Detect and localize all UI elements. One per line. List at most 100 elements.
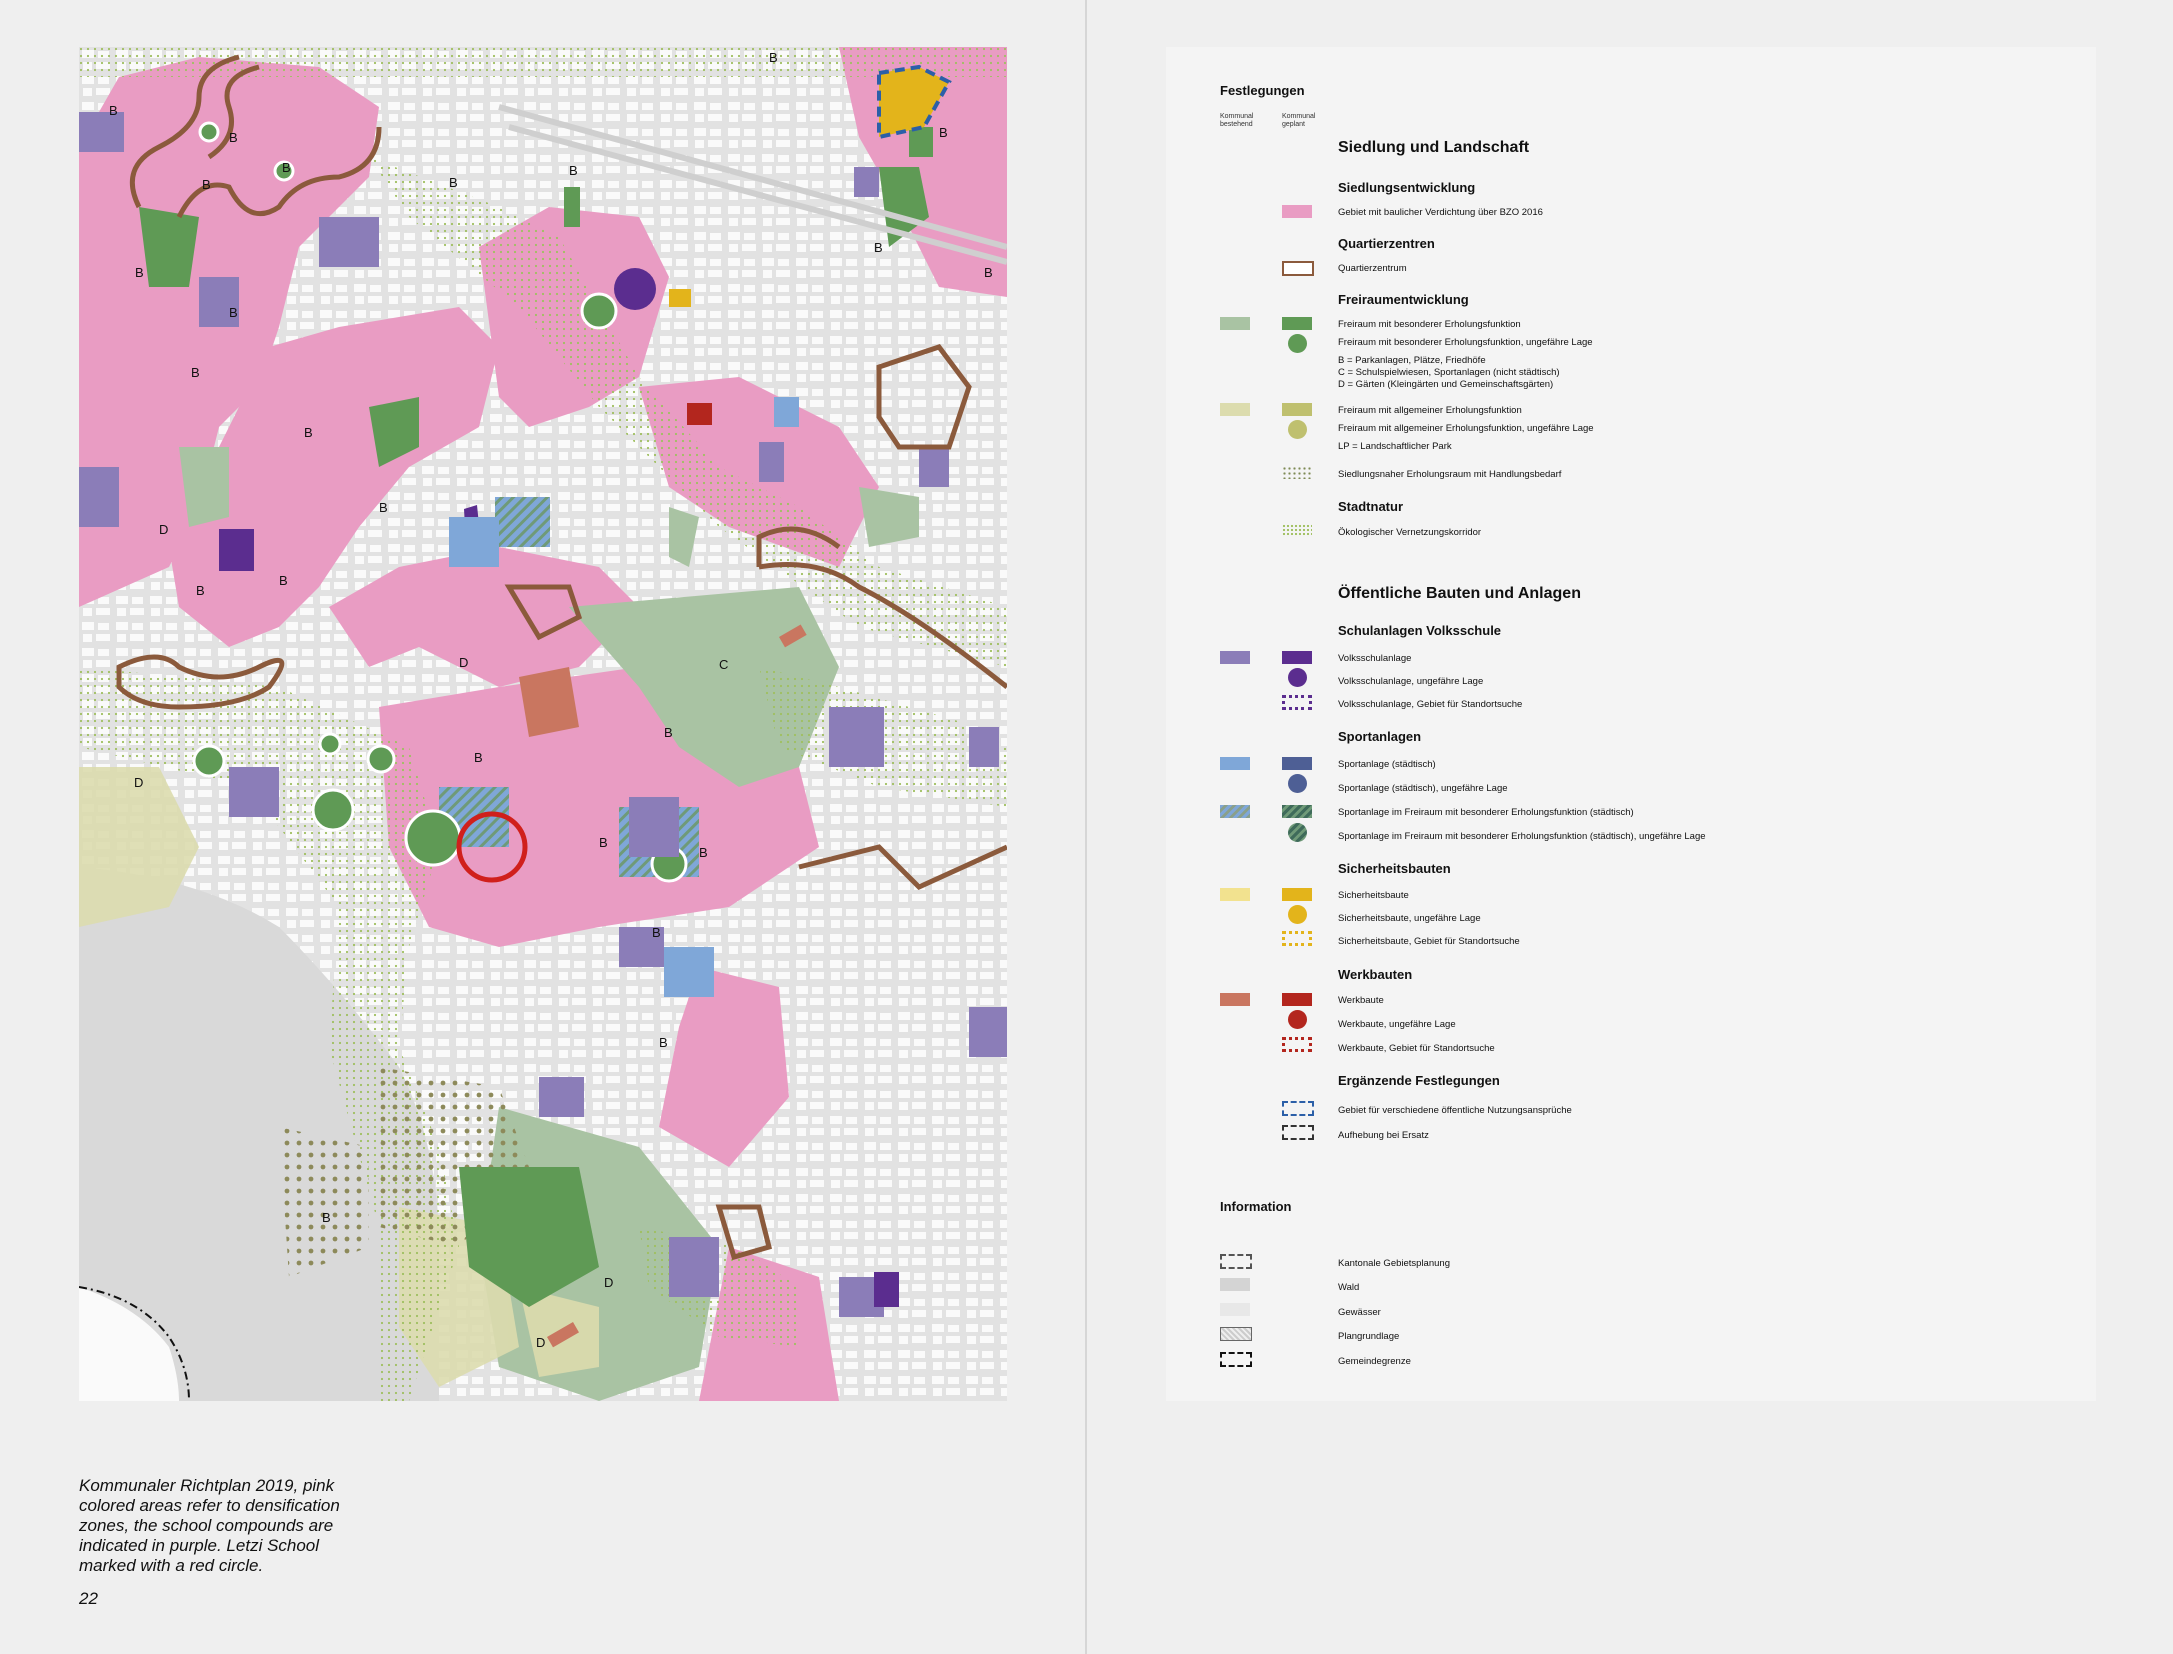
swatch-handlungsbedarf	[1282, 466, 1312, 479]
erg-2: Aufhebung bei Ersatz	[1338, 1130, 1429, 1141]
swatch-frei3-planned	[1282, 403, 1312, 416]
sicher-1: Sicherheitsbaute	[1338, 890, 1409, 901]
legend-col-planned: Kommunal geplant	[1282, 113, 1316, 128]
swatch-werk-search	[1282, 1037, 1312, 1052]
swatch-sicher-planned	[1282, 888, 1312, 901]
info-2: Wald	[1338, 1282, 1360, 1293]
info-1: Kantonale Gebietsplanung	[1338, 1258, 1450, 1269]
sub-siedlung: Siedlungsentwicklung	[1338, 180, 1476, 195]
schul-1: Volksschulanlage	[1338, 653, 1412, 664]
map-letter-label: D	[159, 522, 168, 537]
richtplan-map: B B B B B B B B B B B B B B B B B D D D C B B B B B B D D B	[79, 47, 1007, 1401]
frei-note-lp: LP = Landschaftlicher Park	[1338, 441, 1452, 452]
map-letter-label: D	[536, 1335, 545, 1350]
werk-3: Werkbaute, Gebiet für Standortsuche	[1338, 1043, 1495, 1054]
swatch-frei-planned	[1282, 317, 1312, 330]
swatch-info-gewaesser	[1220, 1303, 1250, 1316]
info-5: Gemeindegrenze	[1338, 1356, 1411, 1367]
map-letter-label: B	[229, 305, 238, 320]
map-letter-label: B	[279, 573, 288, 588]
werk-2: Werkbaute, ungefähre Lage	[1338, 1019, 1456, 1030]
map-letter-label: B	[769, 50, 778, 65]
works-planned	[687, 403, 712, 425]
sport-4: Sportanlage im Freiraum mit besonderer E…	[1338, 831, 1706, 842]
page-gutter	[1085, 0, 1087, 1654]
map-letter-label: B	[664, 725, 673, 740]
dot-frei	[1288, 334, 1307, 353]
legend-panel: Festlegungen Kommunal bestehend Kommunal…	[1166, 47, 2096, 1401]
sport-3: Sportanlage im Freiraum mit besonderer E…	[1338, 807, 1634, 818]
map-canvas: B B B B B B B B B B B B B B B B B D D D C B B B B B B D D B	[79, 47, 1007, 1401]
quartier-item: Quartierzentrum	[1338, 263, 1407, 274]
sicher-3: Sicherheitsbaute, Gebiet für Standortsuc…	[1338, 936, 1520, 947]
sub-schul: Schulanlagen Volksschule	[1338, 623, 1502, 638]
map-letter-label: B	[229, 130, 238, 145]
swatch-frei3-existing	[1220, 403, 1250, 416]
frei-note-b: B = Parkanlagen, Plätze, Friedhöfe	[1338, 355, 1486, 366]
map-letter-label: B	[939, 125, 948, 140]
swatch-sicher-search	[1282, 931, 1312, 946]
siedlung-item: Gebiet mit baulicher Verdichtung über BZ…	[1338, 207, 1543, 218]
dot-sport	[1288, 774, 1307, 793]
swatch-schul-planned	[1282, 651, 1312, 664]
swatch-sport-hatched-planned	[1282, 805, 1312, 818]
map-letter-label: B	[699, 845, 708, 860]
frei-4: Freiraum mit allgemeiner Erholungsfunkti…	[1338, 423, 1594, 434]
swatch-info-gemeindegrenze	[1220, 1352, 1252, 1367]
map-letter-label: D	[134, 775, 143, 790]
swatch-frei-existing	[1220, 317, 1250, 330]
sub-freiraum: Freiraumentwicklung	[1338, 292, 1469, 307]
info-3: Gewässer	[1338, 1307, 1381, 1318]
schul-3: Volksschulanlage, Gebiet für Standortsuc…	[1338, 699, 1523, 710]
dot-frei-allgemein	[1288, 420, 1307, 439]
map-letter-label: B	[304, 425, 313, 440]
swatch-schul-existing	[1220, 651, 1250, 664]
stadt-item: Ökologischer Vernetzungskorridor	[1338, 527, 1482, 538]
map-letter-label: B	[109, 103, 118, 118]
map-letter-label: B	[196, 583, 205, 598]
dot-werk	[1288, 1010, 1307, 1029]
dot-sicher	[1288, 905, 1307, 924]
map-letter-label: B	[874, 240, 883, 255]
map-letter-label: B	[449, 175, 458, 190]
sub-quartier: Quartierzentren	[1338, 236, 1435, 251]
frei-5: Siedlungsnaher Erholungsraum mit Handlun…	[1338, 469, 1562, 480]
legend-title: Festlegungen	[1220, 83, 1305, 98]
erg-1: Gebiet für verschiedene öffentliche Nutz…	[1338, 1105, 1572, 1116]
sub-werk: Werkbauten	[1338, 967, 1413, 982]
security-building	[669, 289, 691, 307]
swatch-corridor	[1282, 524, 1312, 537]
legend-col-existing: Kommunal bestehend	[1220, 113, 1254, 128]
sport-2: Sportanlage (städtisch), ungefähre Lage	[1338, 783, 1508, 794]
frei-2: Freiraum mit besonderer Erholungsfunktio…	[1338, 337, 1593, 348]
map-letter-label: C	[719, 657, 728, 672]
section-oeffentlich: Öffentliche Bauten und Anlagen	[1338, 585, 1581, 602]
map-letter-label: B	[202, 177, 211, 192]
map-letter-label: D	[459, 655, 468, 670]
map-letter-label: B	[984, 265, 993, 280]
dot-sport-hatched	[1288, 823, 1307, 842]
info-4: Plangrundlage	[1338, 1331, 1400, 1342]
frei-note-d: D = Gärten (Kleingärten und Gemeinschaft…	[1338, 379, 1554, 390]
swatch-sport-planned	[1282, 757, 1312, 770]
info-title: Information	[1220, 1199, 1292, 1214]
map-letter-label: B	[135, 265, 144, 280]
map-letter-label: B	[652, 925, 661, 940]
swatch-pink	[1282, 205, 1312, 218]
swatch-info-kantonal	[1220, 1254, 1252, 1269]
sub-ergaenzend: Ergänzende Festlegungen	[1338, 1073, 1500, 1088]
page-number: 22	[79, 1589, 98, 1608]
dot-schul	[1288, 668, 1307, 687]
map-letter-label: B	[322, 1210, 331, 1225]
frei-note-c: C = Schulspielwiesen, Sportanlagen (nich…	[1338, 367, 1560, 378]
swatch-info-wald	[1220, 1278, 1250, 1291]
map-letter-label: B	[379, 500, 388, 515]
swatch-schul-search	[1282, 695, 1312, 710]
swatch-werk-existing	[1220, 993, 1250, 1006]
frei-3: Freiraum mit allgemeiner Erholungsfunkti…	[1338, 405, 1522, 416]
swatch-erg-public	[1282, 1101, 1314, 1116]
sub-stadtnatur: Stadtnatur	[1338, 499, 1403, 514]
map-letter-label: D	[604, 1275, 613, 1290]
map-letter-label: B	[659, 1035, 668, 1050]
frei-1: Freiraum mit besonderer Erholungsfunktio…	[1338, 319, 1521, 330]
